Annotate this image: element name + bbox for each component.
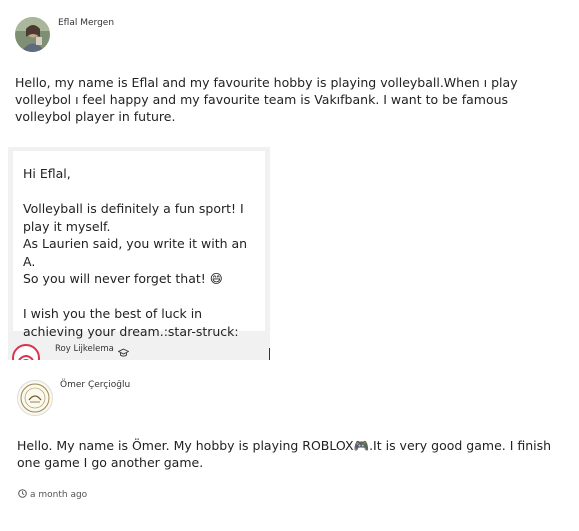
author-avatar[interactable] — [15, 17, 50, 52]
logo-icon — [18, 355, 34, 360]
post-eflal: Eflal Mergen Hello, my name is Eflal and… — [0, 0, 579, 130]
post-body: Hello, my name is Eflal and my favourite… — [15, 75, 518, 124]
author-avatar[interactable] — [17, 380, 53, 416]
reply-body: Hi Eflal, Volleyball is definitely a fun… — [23, 165, 259, 340]
reply-line: So you will never forget that! 😄 — [23, 271, 223, 286]
user-photo-icon — [15, 17, 50, 52]
timestamp[interactable]: a month ago — [30, 490, 87, 500]
reply-author-name[interactable]: Roy Lijkelema — [55, 344, 114, 354]
reply-line: Volleyball is definitely a fun sport! I … — [23, 201, 244, 234]
reply-avatar[interactable] — [12, 344, 40, 360]
reply-line: I wish you the best of luck in achieving… — [23, 306, 239, 339]
seal-logo-icon — [20, 383, 50, 413]
post-body: Hello. My name is Ömer. My hobby is play… — [17, 438, 552, 470]
reply-line: Hi Eflal, — [23, 166, 71, 181]
graduation-cap-icon — [117, 343, 130, 360]
author-name[interactable]: Ömer Çerçioğlu — [60, 380, 130, 390]
post-omer: Ömer Çerçioğlu Hello. My name is Ömer. M… — [0, 370, 579, 531]
author-name[interactable]: Eflal Mergen — [58, 18, 114, 28]
text-cursor — [269, 348, 270, 360]
reply-author-row: Roy Lijkelema — [12, 344, 270, 360]
reply-card: Hi Eflal, Volleyball is definitely a fun… — [8, 147, 270, 360]
reply-bubble: Hi Eflal, Volleyball is definitely a fun… — [13, 151, 265, 339]
clock-icon — [18, 489, 27, 501]
timestamp-row: a month ago — [18, 489, 87, 501]
reply-line: As Laurien said, you write it with an A. — [23, 236, 248, 269]
